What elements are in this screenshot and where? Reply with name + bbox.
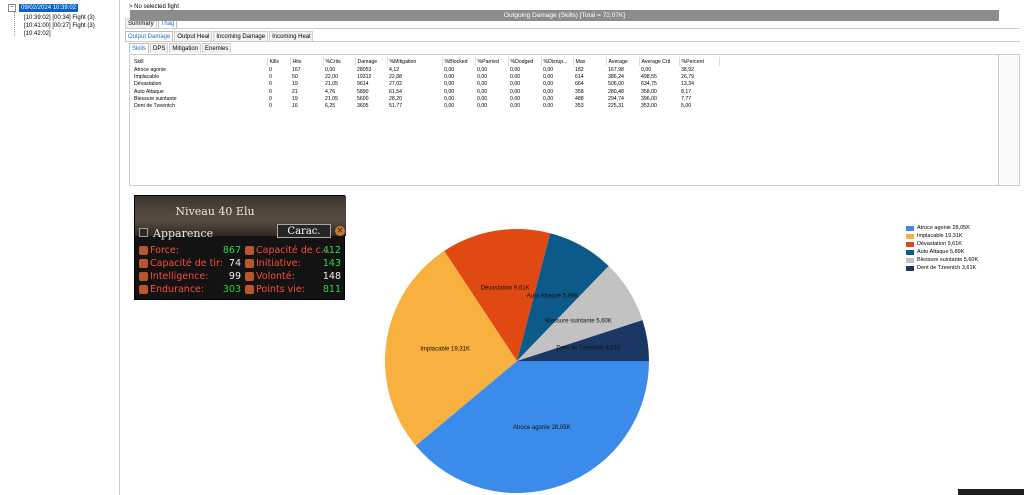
pie-slice-label: Auto Attaque 5,89K bbox=[527, 294, 579, 300]
stat-value: 867 bbox=[222, 245, 241, 256]
stat-icon bbox=[245, 272, 254, 281]
legend-item: Dévastation 9,61K bbox=[906, 240, 978, 248]
legend-label: Implacable 19,31K bbox=[917, 233, 963, 239]
stat-row: Intelligence: 99 bbox=[139, 270, 242, 283]
legend-label: Dévastation 9,61K bbox=[917, 241, 962, 247]
chart-legend: Atroce agonie 28,05K Implacable 19,31K Dév… bbox=[906, 224, 978, 272]
stat-label: Capacité de tir: bbox=[150, 258, 223, 269]
stat-icon bbox=[139, 285, 148, 294]
legend-item: Dent de Tzeentch 3,61K bbox=[906, 264, 978, 272]
stat-row: Volonté: 148 bbox=[245, 270, 342, 283]
legend-label: Blessure suintante 5,60K bbox=[917, 257, 979, 263]
stat-value: 148 bbox=[322, 271, 341, 282]
stat-label: Intelligence: bbox=[150, 271, 209, 282]
pie-slice-label: Dent de Tzeentch 3,61K bbox=[556, 346, 621, 352]
stat-label: Points vie: bbox=[256, 284, 305, 295]
taskbar-fragment bbox=[958, 489, 1024, 495]
stat-value: 74 bbox=[228, 258, 241, 269]
legend-item: Auto Attaque 5,89K bbox=[906, 248, 978, 256]
pie-slice-label: Atroce agonie 28,05K bbox=[513, 425, 571, 431]
legend-label: Auto Attaque 5,89K bbox=[917, 249, 965, 255]
chart-title: Outgoing Damage (Skills) [Total = 72,07K… bbox=[130, 10, 999, 21]
legend-item: Blessure suintante 5,60K bbox=[906, 256, 978, 264]
stat-icon bbox=[245, 285, 254, 294]
legend-item: Implacable 19,31K bbox=[906, 232, 978, 240]
legend-swatch bbox=[906, 241, 914, 247]
stat-label: Initiative: bbox=[256, 258, 301, 269]
legend-swatch bbox=[906, 233, 914, 239]
legend-label: Dent de Tzeentch 3,61K bbox=[917, 265, 977, 271]
stat-icon bbox=[139, 272, 148, 281]
stat-row: Capacité de tir: 74 bbox=[139, 257, 242, 270]
stat-row: Force: 867 bbox=[139, 244, 242, 257]
stat-label: Force: bbox=[150, 245, 179, 256]
stat-row: Points vie: 811 bbox=[245, 283, 342, 296]
pie-slice-label: Blessure suintante 5,60K bbox=[545, 319, 612, 325]
appearance-label: Apparence bbox=[153, 227, 214, 240]
stat-label: Volonté: bbox=[256, 271, 295, 282]
appearance-checkbox[interactable] bbox=[139, 228, 148, 237]
pie-slice-label: Implacable 19,31K bbox=[420, 346, 470, 352]
stat-value: 811 bbox=[322, 284, 341, 295]
stat-icon bbox=[139, 259, 148, 268]
legend-swatch bbox=[906, 225, 914, 231]
stat-value: 143 bbox=[322, 258, 341, 269]
close-icon[interactable]: ✕ bbox=[335, 226, 345, 236]
stat-row: Capacité de c... 412 bbox=[245, 244, 342, 257]
legend-swatch bbox=[906, 249, 914, 255]
stat-value: 303 bbox=[222, 284, 241, 295]
stat-value: 412 bbox=[322, 245, 341, 256]
stat-label: Capacité de c... bbox=[256, 245, 330, 256]
stat-icon bbox=[139, 246, 148, 255]
stat-value: 99 bbox=[228, 271, 241, 282]
legend-label: Atroce agonie 28,05K bbox=[917, 225, 970, 231]
stat-label: Endurance: bbox=[150, 284, 205, 295]
stat-row: Endurance: 303 bbox=[139, 283, 242, 296]
legend-item: Atroce agonie 28,05K bbox=[906, 224, 978, 232]
stat-icon bbox=[245, 259, 254, 268]
stat-row: Initiative: 143 bbox=[245, 257, 342, 270]
pie-slice-label: Dévastation 9,61K bbox=[481, 285, 530, 291]
stat-icon bbox=[245, 246, 254, 255]
legend-swatch bbox=[906, 265, 914, 271]
legend-swatch bbox=[906, 257, 914, 263]
character-stats-panel: Niveau 40 Elu Apparence Carac. ✕ Force: 8… bbox=[134, 195, 346, 300]
character-level: Niveau 40 Elu bbox=[175, 205, 255, 218]
carac-button[interactable]: Carac. bbox=[277, 224, 331, 238]
